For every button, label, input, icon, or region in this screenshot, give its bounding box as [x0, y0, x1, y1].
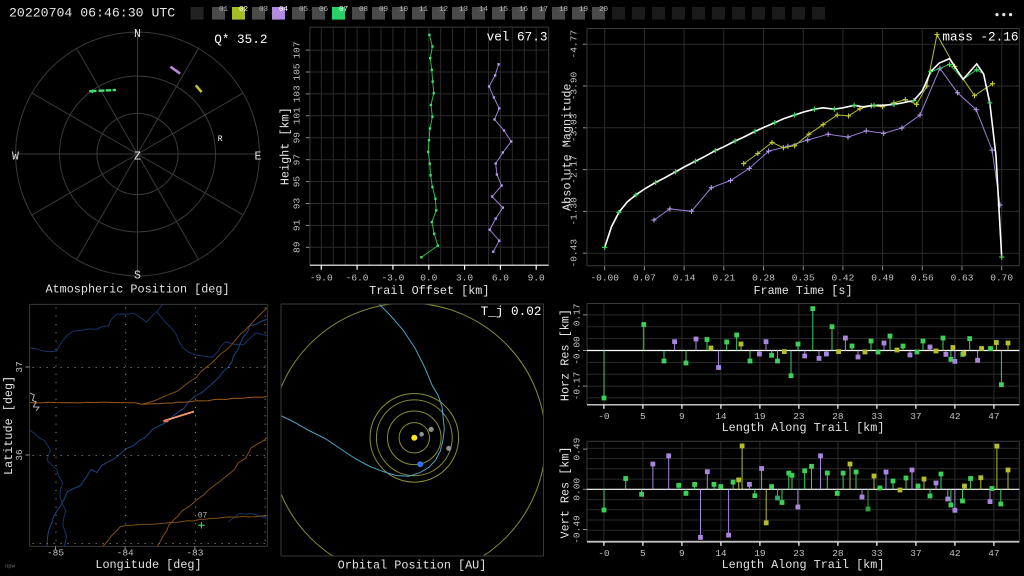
svg-text:19: 19	[579, 6, 589, 14]
svg-text:9: 9	[679, 548, 685, 559]
svg-text:20: 20	[599, 6, 609, 14]
svg-text:Trail Offset [km]: Trail Offset [km]	[369, 284, 489, 298]
svg-text:02: 02	[239, 6, 249, 14]
svg-text:-0.43: -0.43	[569, 239, 580, 268]
svg-text:Atmospheric Position [deg]: Atmospheric Position [deg]	[45, 283, 229, 297]
svg-text:0.70: 0.70	[990, 272, 1013, 283]
svg-text:07: 07	[198, 512, 208, 521]
svg-text:09: 09	[379, 6, 389, 14]
svg-text:06: 06	[319, 6, 329, 14]
svg-text:-0.49: -0.49	[572, 515, 583, 544]
svg-text:6.0: 6.0	[492, 272, 509, 283]
svg-text:Frame Time [s]: Frame Time [s]	[753, 284, 852, 298]
svg-text:0.00: 0.00	[572, 478, 583, 501]
svg-text:N: N	[134, 28, 141, 41]
svg-text:Longitude [deg]: Longitude [deg]	[95, 558, 201, 572]
svg-text:0.21: 0.21	[712, 272, 735, 283]
svg-text:08: 08	[359, 6, 369, 14]
svg-text:0.14: 0.14	[673, 272, 696, 283]
svg-text:37: 37	[910, 548, 921, 559]
svg-text:103: 103	[292, 85, 303, 102]
svg-text:20220704 06:46:30 UTC: 20220704 06:46:30 UTC	[9, 5, 175, 20]
svg-text:93: 93	[292, 198, 303, 210]
svg-text:0.28: 0.28	[752, 272, 775, 283]
svg-text:05: 05	[299, 6, 309, 14]
svg-text:Height [km]: Height [km]	[279, 107, 293, 185]
svg-text:T_j 0.02: T_j 0.02	[481, 304, 542, 319]
svg-text:Q* 35.2: Q* 35.2	[214, 32, 267, 47]
svg-text:13: 13	[459, 6, 469, 14]
svg-text:9.0: 9.0	[528, 272, 545, 283]
svg-text:15: 15	[499, 6, 509, 14]
svg-text:12: 12	[439, 6, 449, 14]
svg-text:42: 42	[949, 548, 961, 559]
svg-text:105: 105	[292, 63, 303, 80]
svg-text:17: 17	[539, 6, 548, 14]
svg-text:-4.77: -4.77	[569, 30, 580, 59]
svg-text:0.42: 0.42	[831, 272, 854, 283]
svg-text:11: 11	[419, 6, 429, 14]
svg-text:14: 14	[479, 6, 489, 14]
svg-text:Z: Z	[134, 150, 141, 163]
svg-text:npw: npw	[5, 563, 16, 570]
svg-text:0.17: 0.17	[572, 303, 583, 326]
svg-text:-0: -0	[598, 411, 610, 422]
svg-text:0.49: 0.49	[572, 437, 583, 460]
svg-text:03: 03	[259, 6, 269, 14]
svg-text:E: E	[255, 150, 262, 163]
svg-text:W: W	[12, 150, 19, 163]
svg-text:-6.0: -6.0	[346, 272, 369, 283]
svg-text:16: 16	[519, 6, 529, 14]
svg-text:5: 5	[640, 411, 646, 422]
svg-text:5: 5	[640, 548, 646, 559]
svg-text:Absolute Magnitude: Absolute Magnitude	[561, 83, 575, 210]
svg-text:-9.0: -9.0	[310, 272, 333, 283]
svg-text:-0: -0	[598, 548, 610, 559]
svg-text:37: 37	[910, 411, 921, 422]
svg-text:-0.00: -0.00	[590, 272, 619, 283]
svg-text:18: 18	[559, 6, 569, 14]
svg-text:Length Along Trail [km]: Length Along Trail [km]	[722, 421, 885, 435]
svg-text:9: 9	[679, 411, 685, 422]
svg-text:-84: -84	[117, 547, 134, 558]
svg-text:0.56: 0.56	[911, 272, 934, 283]
svg-text:97: 97	[292, 154, 303, 165]
svg-text:0.0: 0.0	[420, 272, 437, 283]
svg-text:0.07: 0.07	[633, 272, 656, 283]
svg-text:0.63: 0.63	[951, 272, 974, 283]
svg-text:47: 47	[988, 548, 999, 559]
svg-text:Latitude [deg]: Latitude [deg]	[2, 376, 16, 475]
svg-text:Horz Res [km]: Horz Res [km]	[559, 309, 573, 401]
svg-text:0.35: 0.35	[792, 272, 815, 283]
svg-text:99: 99	[292, 132, 303, 144]
svg-text:-3.0: -3.0	[381, 272, 404, 283]
svg-text:Length Along Trail [km]: Length Along Trail [km]	[722, 558, 885, 572]
svg-text:89: 89	[292, 241, 303, 253]
svg-text:-83: -83	[186, 547, 203, 558]
svg-text:vel 67.3: vel 67.3	[487, 30, 548, 45]
svg-text:47: 47	[988, 411, 999, 422]
svg-text:04: 04	[279, 6, 289, 14]
svg-text:3.0: 3.0	[456, 272, 473, 283]
svg-text:mass -2.16: mass -2.16	[942, 30, 1018, 45]
svg-text:95: 95	[292, 176, 303, 188]
svg-text:10: 10	[399, 6, 409, 14]
svg-text:101: 101	[292, 107, 303, 124]
svg-text:91: 91	[292, 219, 303, 231]
svg-text:42: 42	[949, 411, 961, 422]
svg-text:-85: -85	[47, 547, 64, 558]
svg-text:S: S	[134, 269, 141, 282]
svg-text:-0.17: -0.17	[572, 372, 583, 401]
svg-text:Vert Res [km]: Vert Res [km]	[559, 446, 573, 538]
svg-text:R: R	[218, 135, 223, 144]
svg-text:107: 107	[292, 42, 303, 59]
svg-text:07: 07	[339, 6, 348, 14]
svg-text:-0.00: -0.00	[572, 336, 583, 365]
svg-text:Orbital Position [AU]: Orbital Position [AU]	[338, 558, 487, 572]
svg-text:37: 37	[14, 361, 25, 372]
svg-text:01: 01	[219, 6, 229, 14]
svg-text:0.49: 0.49	[871, 272, 894, 283]
